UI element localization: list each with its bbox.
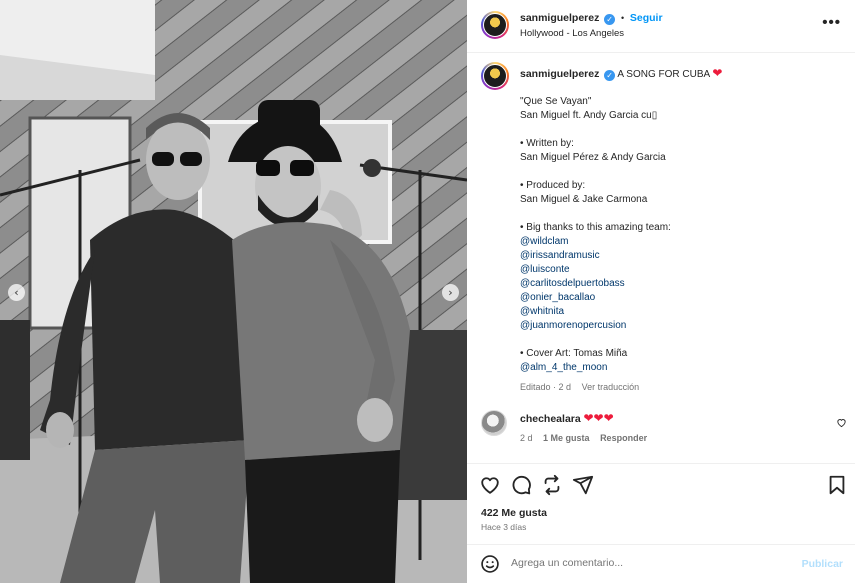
- comment-meta: 2 d 1 Me gusta Responder: [520, 431, 655, 445]
- post-photo[interactable]: ‹ ›: [0, 0, 467, 583]
- post-time: Hace 3 días: [481, 522, 527, 532]
- author-username[interactable]: sanmiguelperez: [520, 12, 599, 24]
- emoji-smiley-icon[interactable]: [480, 554, 500, 574]
- comment-like-heart-icon[interactable]: [836, 417, 847, 428]
- mention-link[interactable]: @wildclam: [520, 235, 569, 249]
- separator: •: [620, 13, 625, 23]
- comments-divider: [467, 463, 855, 464]
- carousel-next-button[interactable]: ›: [442, 284, 459, 301]
- commenter-username[interactable]: chechealara: [520, 413, 581, 425]
- post-panel: sanmiguelperez ✓ • Seguir Hollywood - Lo…: [467, 0, 855, 583]
- mention-link[interactable]: @juanmorenopercusion: [520, 319, 626, 333]
- caption-scroll-area[interactable]: sanmiguelperez ✓ A SONG FOR CUBA ❤ "Que …: [467, 53, 855, 463]
- comment-likes[interactable]: 1 Me gusta: [543, 433, 590, 443]
- comment-body: chechealara ❤❤❤: [520, 411, 614, 427]
- mention-link[interactable]: @irissandramusic: [520, 249, 600, 263]
- post-header: sanmiguelperez ✓ • Seguir Hollywood - Lo…: [467, 0, 855, 52]
- more-options-icon[interactable]: •••: [822, 14, 841, 31]
- repost-icon[interactable]: [541, 474, 563, 496]
- comment-time: 2 d: [520, 433, 533, 443]
- see-translation-link[interactable]: Ver traducción: [582, 382, 640, 392]
- publish-button[interactable]: Publicar: [802, 558, 843, 570]
- caption-line: San Miguel & Jake Carmona: [520, 194, 648, 205]
- verified-badge-icon: ✓: [604, 14, 616, 25]
- caption-headline: A SONG FOR CUBA: [617, 69, 710, 80]
- comment-input[interactable]: [511, 557, 791, 569]
- caption-line: • Cover Art: Tomas Miña: [520, 348, 628, 359]
- mention-link[interactable]: @whitnita: [520, 305, 564, 319]
- caption-line: • Big thanks to this amazing team:: [520, 222, 671, 233]
- caption-header: sanmiguelperez ✓ A SONG FOR CUBA ❤: [520, 66, 722, 82]
- post-location[interactable]: Hollywood - Los Angeles: [520, 28, 624, 39]
- comment-composer: Publicar: [467, 545, 855, 583]
- save-bookmark-icon[interactable]: [826, 474, 848, 496]
- mention-link[interactable]: @luisconte: [520, 263, 570, 277]
- red-heart-icon: ❤: [712, 66, 723, 80]
- mention-link[interactable]: @alm_4_the_moon: [520, 361, 607, 375]
- verified-badge-icon: ✓: [604, 70, 616, 81]
- photo-scene: [0, 0, 467, 583]
- author-avatar[interactable]: [481, 11, 509, 39]
- commenter-avatar[interactable]: [481, 410, 507, 436]
- caption-line: San Miguel ft. Andy Garcia cu▯: [520, 110, 658, 121]
- caption-meta: Editado · 2 d Ver traducción: [520, 380, 647, 394]
- caption-username[interactable]: sanmiguelperez: [520, 68, 599, 80]
- author-line: sanmiguelperez ✓ • Seguir: [520, 12, 663, 25]
- follow-button[interactable]: Seguir: [630, 12, 663, 24]
- like-count[interactable]: 422 Me gusta: [481, 507, 547, 519]
- carousel-prev-button[interactable]: ‹: [8, 284, 25, 301]
- caption-line: • Produced by:: [520, 180, 586, 191]
- caption-line: • Written by:: [520, 138, 574, 149]
- comment-bubble-icon[interactable]: [510, 474, 532, 496]
- action-bar: [467, 474, 855, 498]
- reply-button[interactable]: Responder: [600, 433, 647, 443]
- mention-link[interactable]: @carlitosdelpuertobass: [520, 277, 625, 291]
- caption-line: "Que Se Vayan": [520, 96, 592, 107]
- comment-text: ❤❤❤: [583, 411, 614, 425]
- share-send-icon[interactable]: [572, 474, 594, 496]
- caption-line: San Miguel Pérez & Andy Garcia: [520, 152, 666, 163]
- like-heart-icon[interactable]: [479, 474, 501, 496]
- caption-avatar[interactable]: [481, 62, 509, 90]
- edited-label: Editado · 2 d: [520, 382, 572, 392]
- mention-link[interactable]: @onier_bacallao: [520, 291, 595, 305]
